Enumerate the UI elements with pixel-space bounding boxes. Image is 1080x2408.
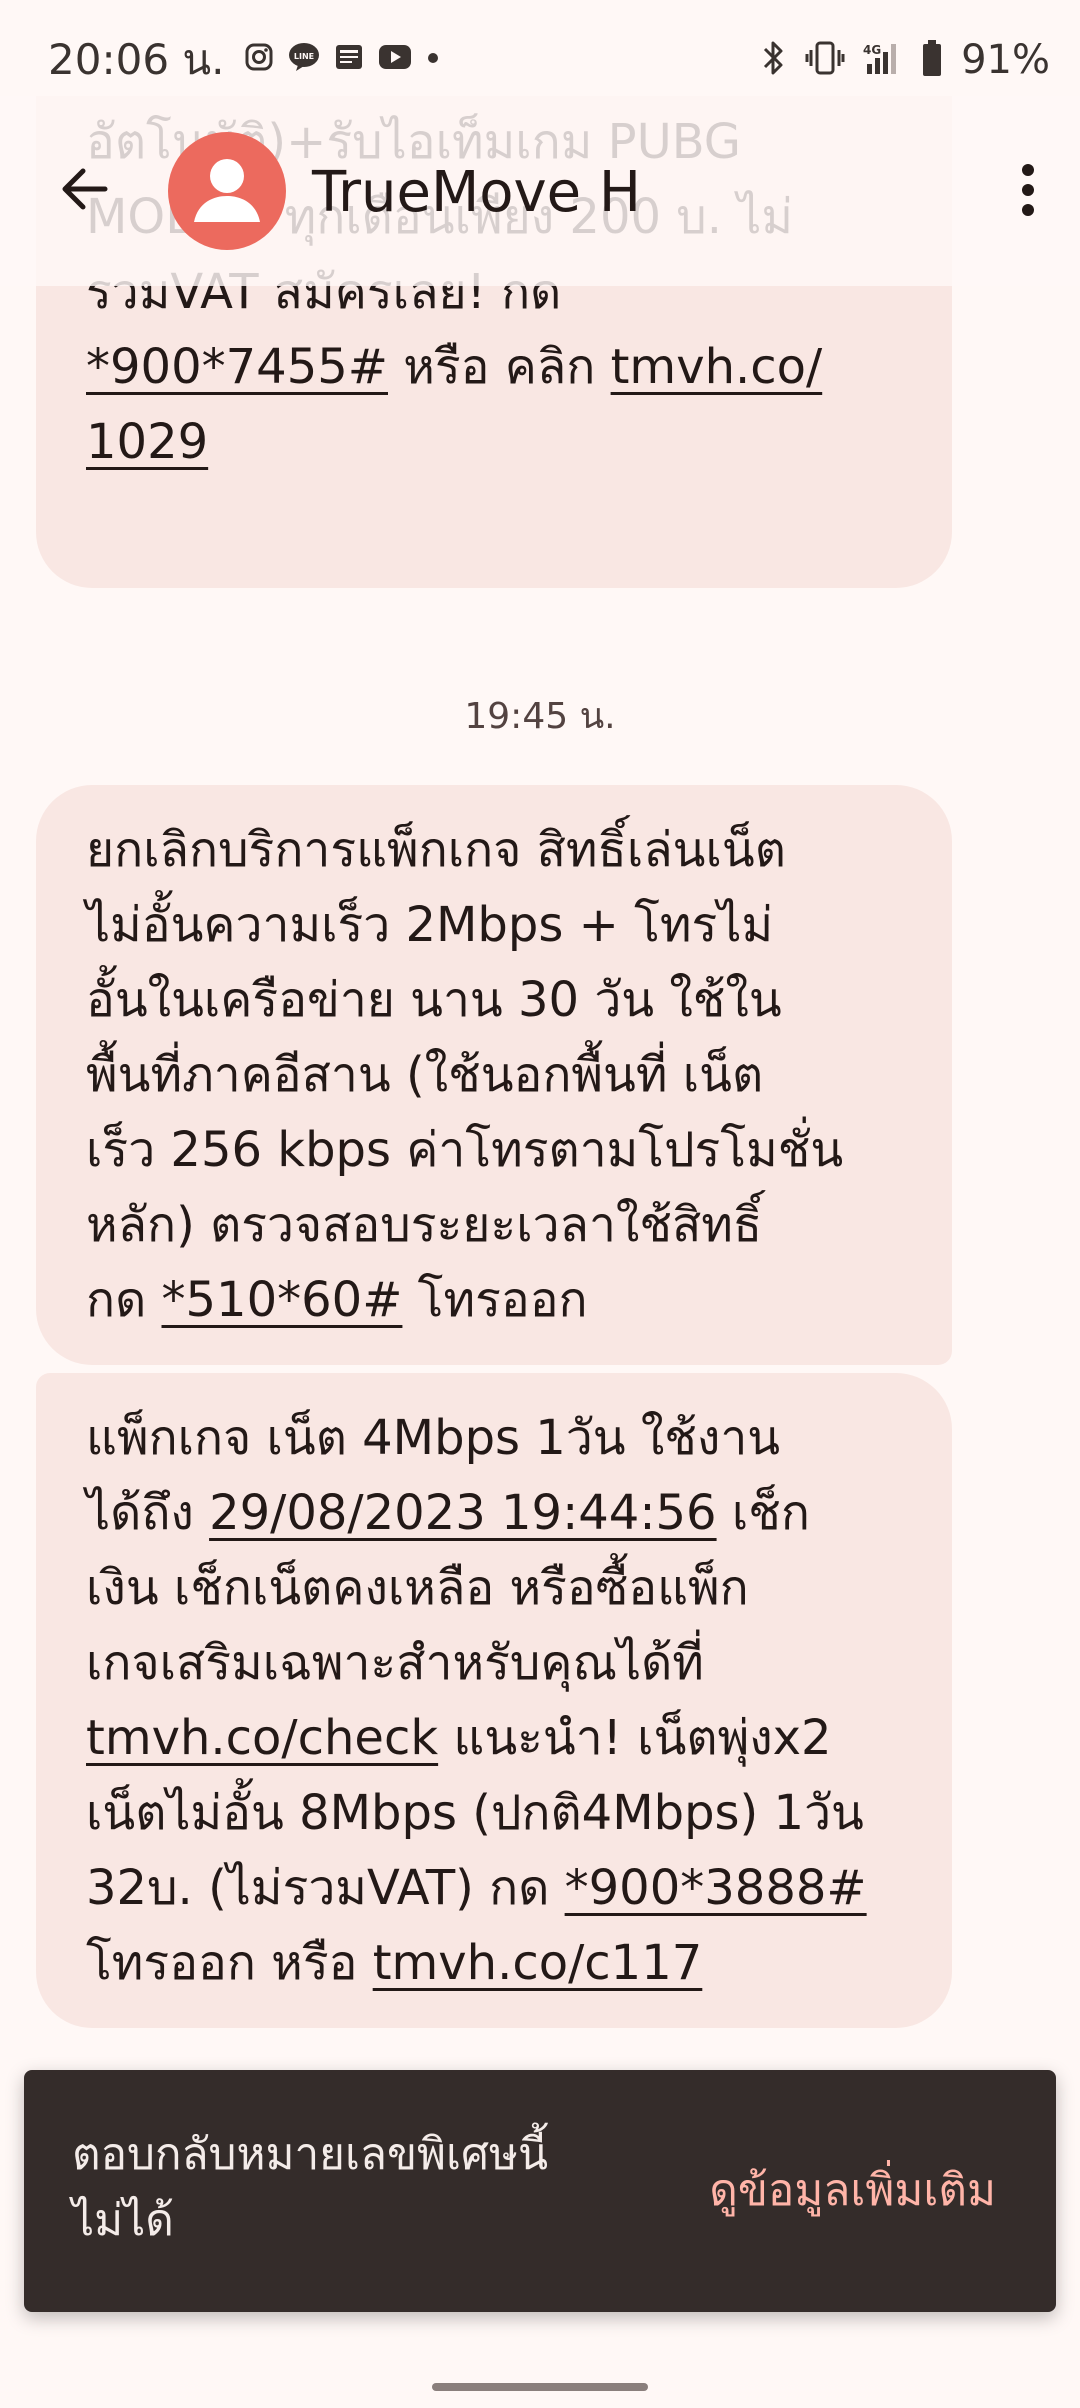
- message-text-run: โทรออก: [402, 1272, 588, 1328]
- message-line: *900*7455# หรือ คลิก tmvh.co/: [86, 330, 912, 405]
- contact-name[interactable]: TrueMove H: [312, 158, 641, 228]
- message-text-run: เกจเสริมเฉพาะสำหรับคุณได้ที่: [86, 1635, 704, 1691]
- line-icon: LINE: [288, 42, 320, 76]
- message-bubble[interactable]: แพ็กเกจ เน็ต 4Mbps 1วัน ใช้งานได้ถึง 29/…: [36, 1373, 952, 2028]
- news-icon: [334, 42, 364, 76]
- message-text-run: พื้นที่ภาคอีสาน (ใช้นอกพื้นที่ เน็ต: [86, 1047, 764, 1103]
- message-text-run: เน็ตไม่อั้น 8Mbps (ปกติ4Mbps) 1วัน: [86, 1785, 864, 1841]
- message-text-run: เร็ว 256 kbps ค่าโทรตามโปรโมชั่น: [86, 1122, 844, 1178]
- message-text-run: ได้ถึง: [86, 1485, 210, 1541]
- battery-icon: [921, 39, 943, 81]
- snackbar-message-line: ไม่ได้: [72, 2195, 174, 2246]
- message-line: อั้นในเครือข่าย นาน 30 วัน ใช้ใน: [86, 963, 912, 1038]
- message-link[interactable]: *900*3888#: [565, 1860, 867, 1916]
- system-icons: 4G 91%: [741, 34, 1050, 86]
- message-bubble[interactable]: ยกเลิกบริการแพ็กเกจ สิทธิ์เล่นเน็ตไม่อั้…: [36, 785, 952, 1365]
- message-link[interactable]: tmvh.co/: [611, 339, 823, 395]
- back-button[interactable]: [40, 146, 130, 236]
- message-text-run: หรือ คลิก: [388, 339, 611, 395]
- message-text-run: โทรออก หรือ: [86, 1935, 373, 1991]
- svg-text:LINE: LINE: [294, 52, 314, 61]
- gesture-nav-handle[interactable]: [432, 2383, 648, 2391]
- message-line: เงิน เช็กเน็ตคงเหลือ หรือซื้อแพ็ก: [86, 1551, 912, 1626]
- instagram-icon: [244, 42, 274, 76]
- message-timestamp: 19:45 น.: [464, 696, 616, 737]
- message-text-run: เงิน เช็กเน็ตคงเหลือ หรือซื้อแพ็ก: [86, 1560, 749, 1616]
- snackbar-message-line: ตอบกลับหมายเลขพิเศษนี้: [72, 2129, 549, 2180]
- message-text-run: กด: [86, 1272, 162, 1328]
- dot-icon: [426, 50, 440, 69]
- message-text-run: 32บ. (ไม่รวมVAT) กด: [86, 1860, 565, 1916]
- message-line: เกจเสริมเฉพาะสำหรับคุณได้ที่: [86, 1626, 912, 1701]
- status-time: 20:06 น.: [48, 35, 225, 84]
- youtube-icon: [378, 44, 412, 74]
- message-text-run: ไม่อั้นความเร็ว 2Mbps + โทรไม่: [86, 897, 774, 953]
- message-link[interactable]: *900*7455#: [86, 339, 388, 395]
- more-options-button[interactable]: [988, 144, 1068, 240]
- message-line: เร็ว 256 kbps ค่าโทรตามโปรโมชั่น: [86, 1113, 912, 1188]
- message-line: เน็ตไม่อั้น 8Mbps (ปกติ4Mbps) 1วัน: [86, 1776, 912, 1851]
- back-arrow-icon: [57, 161, 113, 221]
- svg-text:4G: 4G: [863, 43, 881, 57]
- person-icon: [194, 159, 260, 222]
- conversation-app-bar: TrueMove H: [0, 96, 1080, 286]
- status-bar: 20:06 น. LINE 4G 91%: [0, 0, 1080, 96]
- message-text-run: แพ็กเกจ เน็ต 4Mbps 1วัน ใช้งาน: [86, 1410, 781, 1466]
- message-link[interactable]: 29/08/2023 19:44:56: [209, 1485, 717, 1541]
- bluetooth-icon: [759, 39, 787, 81]
- message-line: พื้นที่ภาคอีสาน (ใช้นอกพื้นที่ เน็ต: [86, 1038, 912, 1113]
- snackbar: ตอบกลับหมายเลขพิเศษนี้ ไม่ได้ ดูข้อมูลเพ…: [24, 2070, 1056, 2312]
- message-line: 32บ. (ไม่รวมVAT) กด *900*3888#: [86, 1851, 912, 1926]
- message-link[interactable]: tmvh.co/check: [86, 1710, 438, 1766]
- battery-percentage: 91%: [961, 37, 1050, 83]
- message-line: แพ็กเกจ เน็ต 4Mbps 1วัน ใช้งาน: [86, 1401, 912, 1476]
- message-line: กด *510*60# โทรออก: [86, 1263, 912, 1338]
- message-text-run: ยกเลิกบริการแพ็กเกจ สิทธิ์เล่นเน็ต: [86, 822, 786, 878]
- learn-more-button[interactable]: ดูข้อมูลเพิ่มเติม: [709, 2158, 996, 2224]
- message-link[interactable]: *510*60#: [162, 1272, 403, 1328]
- snackbar-message: ตอบกลับหมายเลขพิเศษนี้ ไม่ได้: [72, 2122, 632, 2254]
- message-text-run: หลัก) ตรวจสอบระยะเวลาใช้สิทธิ์: [86, 1197, 763, 1253]
- vibrate-icon: [805, 40, 845, 80]
- message-text-run: อั้นในเครือข่าย นาน 30 วัน ใช้ใน: [86, 972, 782, 1028]
- message-text-run: เช็ก: [716, 1485, 810, 1541]
- message-text: แพ็กเกจ เน็ต 4Mbps 1วัน ใช้งานได้ถึง 29/…: [86, 1401, 912, 2001]
- message-link[interactable]: 1029: [86, 414, 208, 470]
- message-line: โทรออก หรือ tmvh.co/c117: [86, 1926, 912, 2001]
- notification-icons: LINE: [244, 42, 454, 76]
- message-line: ไม่อั้นความเร็ว 2Mbps + โทรไม่: [86, 888, 912, 963]
- signal-4g-icon: 4G: [863, 40, 903, 80]
- more-vert-icon: [1018, 160, 1038, 224]
- message-text-run: แนะนำ! เน็ตพุ่งx2: [438, 1710, 832, 1766]
- message-line: tmvh.co/check แนะนำ! เน็ตพุ่งx2: [86, 1701, 912, 1776]
- message-link[interactable]: tmvh.co/c117: [373, 1935, 703, 1991]
- message-line: ยกเลิกบริการแพ็กเกจ สิทธิ์เล่นเน็ต: [86, 813, 912, 888]
- message-line: หลัก) ตรวจสอบระยะเวลาใช้สิทธิ์: [86, 1188, 912, 1263]
- message-text: ยกเลิกบริการแพ็กเกจ สิทธิ์เล่นเน็ตไม่อั้…: [86, 813, 912, 1338]
- avatar[interactable]: [168, 132, 286, 250]
- message-line: 1029: [86, 405, 912, 480]
- message-line: ได้ถึง 29/08/2023 19:44:56 เช็ก: [86, 1476, 912, 1551]
